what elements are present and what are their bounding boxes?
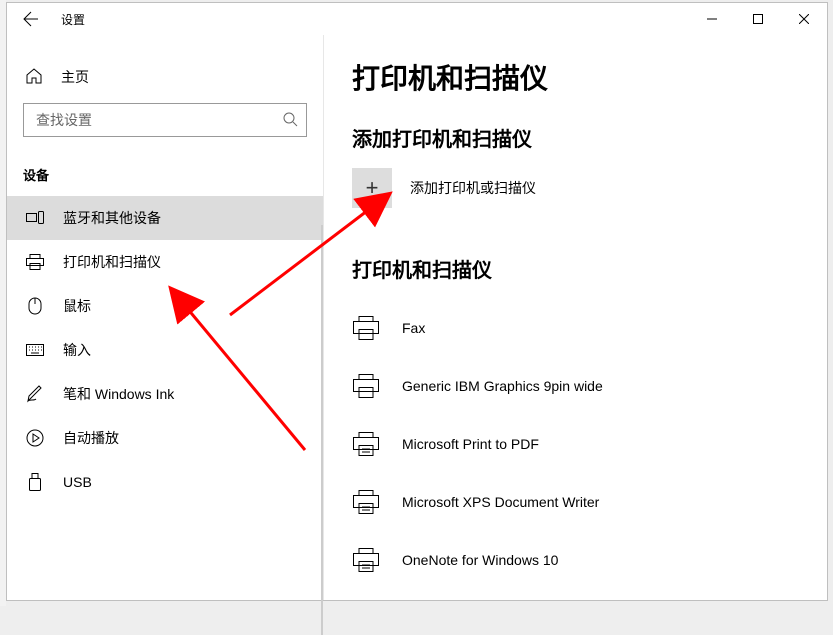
printers-section-heading: 打印机和扫描仪 (352, 254, 827, 283)
sidebar-item-label: 蓝牙和其他设备 (63, 208, 161, 228)
sidebar-item-label: 输入 (63, 340, 91, 360)
printer-name: OneNote for Windows 10 (402, 552, 558, 568)
minimize-button[interactable] (689, 3, 735, 35)
window-controls (689, 3, 827, 35)
sidebar-item-label: 自动播放 (63, 428, 119, 448)
printer-name: Generic IBM Graphics 9pin wide (402, 378, 603, 394)
search-placeholder: 查找设置 (36, 110, 92, 130)
sidebar-item-pen[interactable]: 笔和 Windows Ink (7, 372, 323, 416)
sidebar-section-label: 设备 (7, 137, 323, 196)
title-bar: 设置 (7, 3, 827, 35)
printer-item[interactable]: Microsoft XPS Document Writer (352, 473, 827, 531)
usb-icon (25, 473, 45, 491)
pen-icon (25, 385, 45, 403)
sidebar: 主页 查找设置 设备 蓝牙和其他设备 (7, 35, 323, 600)
sidebar-item-mouse[interactable]: 鼠标 (7, 284, 323, 328)
printer-icon (25, 254, 45, 270)
sidebar-item-label: USB (63, 474, 92, 490)
close-icon (799, 14, 809, 24)
home-icon (25, 67, 43, 88)
page-title: 打印机和扫描仪 (352, 57, 827, 97)
back-button[interactable] (15, 3, 47, 35)
sidebar-item-label: 鼠标 (63, 296, 91, 316)
printer-item[interactable]: Microsoft Print to PDF (352, 415, 827, 473)
devices-icon (25, 211, 45, 225)
home-label: 主页 (61, 67, 89, 87)
plus-icon: + (366, 175, 379, 201)
printer-name: Microsoft Print to PDF (402, 436, 539, 452)
add-printer-label: 添加打印机或扫描仪 (410, 178, 536, 198)
sidebar-item-printers[interactable]: 打印机和扫描仪 (7, 240, 323, 284)
arrow-left-icon (23, 11, 39, 27)
printer-device-icon (352, 490, 380, 514)
printer-device-icon (352, 432, 380, 456)
printer-device-icon (352, 548, 380, 572)
maximize-icon (753, 14, 763, 24)
sidebar-item-bluetooth[interactable]: 蓝牙和其他设备 (7, 196, 323, 240)
sidebar-item-label: 笔和 Windows Ink (63, 384, 174, 404)
sidebar-item-usb[interactable]: USB (7, 460, 323, 504)
sidebar-item-typing[interactable]: 输入 (7, 328, 323, 372)
printer-item[interactable]: Generic IBM Graphics 9pin wide (352, 357, 827, 415)
printer-item[interactable]: OneNote for Windows 10 (352, 531, 827, 589)
sidebar-scrollbar[interactable] (321, 225, 323, 635)
printer-name: Microsoft XPS Document Writer (402, 494, 599, 510)
add-printer-button[interactable]: + (352, 168, 392, 208)
add-printer-row[interactable]: + 添加打印机或扫描仪 (352, 168, 827, 208)
printer-item[interactable]: Fax (352, 299, 827, 357)
window-title: 设置 (61, 11, 85, 28)
window-body: 主页 查找设置 设备 蓝牙和其他设备 (7, 35, 827, 600)
printer-list: Fax Generic IBM Graphics 9pin wide Micro… (352, 299, 827, 600)
printer-device-icon (352, 374, 380, 398)
maximize-button[interactable] (735, 3, 781, 35)
sidebar-item-autoplay[interactable]: 自动播放 (7, 416, 323, 460)
main-content: 打印机和扫描仪 添加打印机和扫描仪 + 添加打印机或扫描仪 打印机和扫描仪 Fa… (323, 35, 827, 600)
search-icon (282, 111, 298, 130)
search-input[interactable]: 查找设置 (23, 103, 307, 137)
minimize-icon (707, 14, 717, 24)
sidebar-item-label: 打印机和扫描仪 (63, 252, 161, 272)
home-nav[interactable]: 主页 (7, 57, 323, 97)
mouse-icon (25, 297, 45, 315)
keyboard-icon (25, 344, 45, 356)
close-button[interactable] (781, 3, 827, 35)
sidebar-nav: 蓝牙和其他设备 打印机和扫描仪 鼠标 (7, 196, 323, 504)
fax-icon (352, 316, 380, 340)
settings-window: 设置 主页 查找设置 (6, 2, 828, 601)
printer-item[interactable]: 导出为WPS PDF (352, 589, 827, 600)
add-section-heading: 添加打印机和扫描仪 (352, 123, 827, 152)
autoplay-icon (25, 429, 45, 447)
printer-name: Fax (402, 320, 425, 336)
